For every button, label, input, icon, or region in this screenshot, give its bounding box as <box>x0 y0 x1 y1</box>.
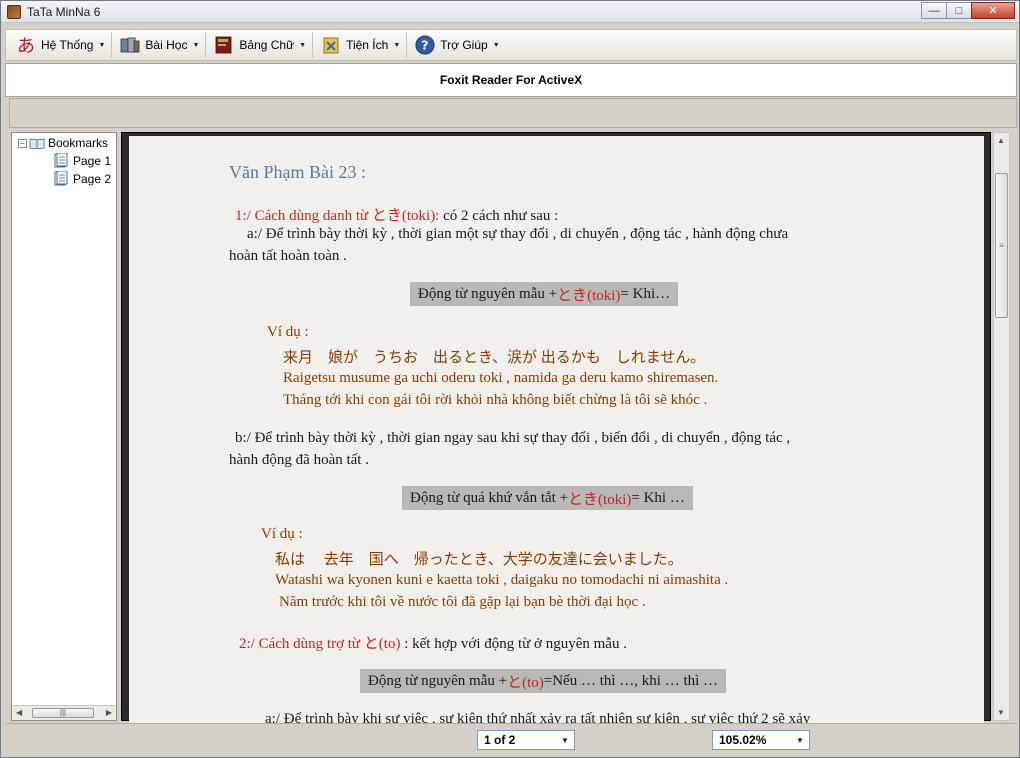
dropdown-arrow-icon: ▼ <box>393 41 401 49</box>
dropdown-arrow-icon: ▼ <box>299 41 307 49</box>
menu-label: Bảng Chữ <box>239 38 295 52</box>
viewer-title: Foxit Reader For ActiveX <box>5 63 1017 97</box>
example-2-label: Ví dụ : <box>261 526 303 542</box>
alphabet-book-icon <box>214 35 234 55</box>
lesson-books-icon <box>120 35 140 55</box>
menu-label: Bài Học <box>145 38 188 52</box>
menu-bai-hoc[interactable]: Bài Học ▼ <box>116 32 207 58</box>
utilities-icon <box>321 35 341 55</box>
close-button[interactable]: ✕ <box>971 2 1015 19</box>
page-icon <box>54 171 68 186</box>
scroll-thumb[interactable]: ≡ <box>995 173 1008 318</box>
formula-text: = Khi… <box>620 285 671 302</box>
section-1b-line-2: hành động đã hoàn tất . <box>229 452 369 468</box>
window-controls: — □ ✕ <box>921 2 1015 20</box>
pdf-page: Văn Phạm Bài 23 : 1:/ Cách dùng danh từ … <box>129 136 984 736</box>
lesson-heading: Văn Phạm Bài 23 : <box>229 162 366 182</box>
bookmarks-horizontal-scrollbar[interactable]: ◀ ||| ▶ <box>12 705 116 720</box>
section-1-title: 1:/ Cách dùng danh từ とき(toki): có 2 các… <box>235 204 558 225</box>
app-window: TaTa MinNa 6 — □ ✕ あ Hệ Thống ▼ Bài Học … <box>0 0 1020 758</box>
bookmarks-panel: − Bookmarks Page 1 Page 2 ◀ ||| ▶ <box>11 132 117 721</box>
dropdown-arrow-icon: ▼ <box>98 41 106 49</box>
section-1b-line-1: b:/ Để trình bày thời kỳ , thời gian nga… <box>235 430 791 446</box>
zoom-level: 105.02% <box>719 733 767 747</box>
hiragana-a-icon: あ <box>17 36 35 56</box>
scroll-up-icon[interactable]: ▲ <box>997 136 1005 145</box>
formula-keyword: と(to) <box>507 674 544 691</box>
help-icon: ? <box>415 35 435 55</box>
page-icon <box>54 153 68 168</box>
menu-label: Tiện Ích <box>346 38 389 52</box>
menu-label: Hệ Thống <box>41 38 94 52</box>
zoom-selector[interactable]: 105.02% ▼ <box>712 730 810 750</box>
dropdown-arrow-icon[interactable]: ▼ <box>793 733 807 747</box>
bookmark-page-2[interactable]: Page 2 <box>54 171 111 186</box>
scroll-left-icon[interactable]: ◀ <box>16 708 22 717</box>
minimize-button[interactable]: — <box>921 2 947 19</box>
formula-text: Động từ nguyên mẫu + <box>368 672 508 689</box>
formula-text: =Nếu … thì …, khi … thì … <box>543 672 719 689</box>
scroll-thumb[interactable]: ||| <box>32 708 94 718</box>
menu-tien-ich[interactable]: Tiện Ích ▼ <box>317 32 408 58</box>
menu-he-thong[interactable]: あ Hệ Thống ▼ <box>12 32 113 58</box>
document-viewer[interactable]: Văn Phạm Bài 23 : 1:/ Cách dùng danh từ … <box>121 132 991 736</box>
title-bar[interactable]: TaTa MinNa 6 — □ ✕ <box>1 1 1019 23</box>
formula-keyword: とき(toki) <box>568 491 632 508</box>
dropdown-arrow-icon[interactable]: ▼ <box>558 733 572 747</box>
section-1-tail: có 2 cách như sau : <box>439 208 559 224</box>
page-selector[interactable]: 1 of 2 ▼ <box>477 730 575 750</box>
page-indicator: 1 of 2 <box>484 733 516 747</box>
viewer-toolbar-strip <box>9 98 1017 128</box>
formula-text: Động từ quá khứ vắn tắt + <box>410 489 569 506</box>
formula-1: Động từ nguyên mẫu + とき(toki) = Khi… <box>410 282 679 306</box>
bookmark-label: Page 2 <box>73 171 112 186</box>
dropdown-arrow-icon: ▼ <box>492 41 500 49</box>
bookmark-page-1[interactable]: Page 1 <box>54 153 111 168</box>
example-2-japanese: 私は 去年 国へ 帰ったとき、大学の友達に会いました。 <box>275 552 683 568</box>
section-2-label: 2:/ Cách dùng trợ từ と(to) <box>239 636 401 652</box>
example-1-vietnamese: Tháng tới khi con gái tôi rời khỏi nhà k… <box>283 392 708 408</box>
example-2-vietnamese: Năm trước khi tôi về nước tôi đã gặp lại… <box>279 594 646 610</box>
section-2-title: 2:/ Cách dùng trợ từ と(to) : kết hợp với… <box>239 632 627 653</box>
window-title: TaTa MinNa 6 <box>27 5 101 19</box>
formula-text: = Khi … <box>631 489 685 506</box>
main-menu-toolbar: あ Hệ Thống ▼ Bài Học ▼ Bảng Chữ ▼ Tiện Í… <box>5 29 1017 61</box>
section-1a-line-2: hoàn tất hoàn toàn . <box>229 248 347 264</box>
collapse-icon[interactable]: − <box>18 138 27 148</box>
menu-label: Trợ Giúp <box>440 38 488 52</box>
formula-3: Động từ nguyên mẫu + と(to) =Nếu … thì …,… <box>360 669 727 693</box>
maximize-button[interactable]: □ <box>946 2 972 19</box>
bookmark-label: Page 1 <box>73 153 112 168</box>
formula-2: Động từ quá khứ vắn tắt + とき(toki) = Khi… <box>402 486 693 510</box>
bookmarks-root[interactable]: − Bookmarks <box>18 136 108 150</box>
svg-text:?: ? <box>422 38 429 53</box>
example-1-japanese: 来月 娘が うちお 出るとき、涙が 出るかも しれません。 <box>283 350 706 366</box>
section-1a-line-1: a:/ Để trình bày thời kỳ , thời gian một… <box>247 226 789 242</box>
example-2-romaji: Watashi wa kyonen kuni e kaetta toki , d… <box>275 572 729 588</box>
dropdown-arrow-icon: ▼ <box>192 41 200 49</box>
formula-text: Động từ nguyên mẫu + <box>418 285 558 302</box>
status-bar: 1 of 2 ▼ 105.02% ▼ <box>5 723 1017 753</box>
open-book-icon <box>29 138 45 149</box>
scroll-down-icon[interactable]: ▼ <box>997 708 1005 717</box>
document-vertical-scrollbar[interactable]: ▲ ≡ ▼ <box>993 132 1010 721</box>
formula-keyword: とき(toki) <box>557 287 621 304</box>
section-1-label: 1:/ Cách dùng danh từ とき(toki): <box>235 208 440 224</box>
bookmarks-root-label: Bookmarks <box>48 136 109 150</box>
app-book-icon <box>7 5 21 19</box>
menu-bang-chu[interactable]: Bảng Chữ ▼ <box>210 32 314 58</box>
example-1-label: Ví dụ : <box>267 324 309 340</box>
scroll-right-icon[interactable]: ▶ <box>106 708 112 717</box>
section-2-tail: : kết hợp với động từ ở nguyên mẫu . <box>400 636 627 652</box>
menu-tro-giup[interactable]: ? Trợ Giúp ▼ <box>411 32 505 58</box>
example-1-romaji: Raigetsu musume ga uchi oderu toki , nam… <box>283 370 719 386</box>
